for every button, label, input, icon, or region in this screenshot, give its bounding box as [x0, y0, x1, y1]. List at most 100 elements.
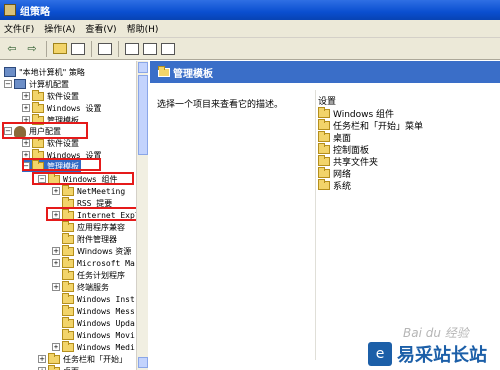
tree-node-desktop[interactable]: + 桌面	[38, 364, 79, 370]
expand-icon[interactable]: +	[22, 92, 30, 100]
list-item-system[interactable]: 系统	[318, 178, 351, 192]
folder-icon	[318, 106, 330, 118]
folder-icon	[318, 178, 330, 190]
menu-help[interactable]: 帮助(H)	[127, 22, 159, 35]
expand-icon[interactable]: +	[22, 116, 30, 124]
tree-node-rss-feeds[interactable]: RSS 提要	[52, 196, 112, 209]
folder-icon	[318, 118, 330, 130]
list-item-windows-components[interactable]: Windows 组件	[318, 106, 394, 120]
folder-icon	[62, 196, 74, 208]
list-item-control-panel[interactable]: 控制面板	[318, 142, 369, 156]
tree-node-terminal-services[interactable]: + 终端服务	[52, 280, 109, 293]
tree-node-windows-explorer[interactable]: + Windows 资源	[52, 244, 131, 257]
tree-node-internet-explorer[interactable]: + Internet Explorer	[52, 208, 147, 221]
folder-icon	[158, 65, 170, 77]
tree-node-app-compat[interactable]: 应用程序兼容	[52, 220, 125, 233]
expand-icon[interactable]: +	[52, 283, 60, 291]
forward-arrow-icon[interactable]: ⇨	[24, 41, 40, 57]
tree-node-taskbar-start[interactable]: + 任务栏和「开始」	[38, 352, 127, 365]
export-list-icon[interactable]	[98, 42, 112, 55]
details-header: 管理模板	[150, 61, 500, 83]
title-bar: 组策略	[0, 0, 500, 20]
folder-icon	[32, 159, 44, 171]
menu-file[interactable]: 文件(F)	[4, 22, 34, 35]
tree-node-software-settings[interactable]: + 软件设置	[22, 89, 79, 102]
collapse-icon[interactable]: −	[38, 175, 46, 183]
scroll-up-arrow[interactable]	[138, 62, 148, 73]
folder-icon	[62, 256, 74, 268]
expand-icon[interactable]: +	[22, 139, 30, 147]
menu-view[interactable]: 查看(V)	[85, 22, 116, 35]
list-item-taskbar-start[interactable]: 任务栏和「开始」菜单	[318, 118, 423, 132]
view-icon[interactable]	[161, 42, 175, 55]
tree-node-netmeeting[interactable]: + NetMeeting	[52, 184, 125, 197]
expand-icon[interactable]: +	[52, 247, 60, 255]
tree-scrollbar[interactable]	[136, 61, 148, 370]
tree-node-windows-media[interactable]: + Windows Medi	[52, 340, 135, 353]
expand-icon[interactable]: +	[52, 343, 60, 351]
tree-node-local-policy[interactable]: "本地计算机" 策略	[4, 66, 85, 78]
list-item-shared-folders[interactable]: 共享文件夹	[318, 154, 378, 168]
folder-icon	[318, 142, 330, 154]
folder-icon	[318, 130, 330, 142]
tree-node-windows-components[interactable]: − Windows 组件	[38, 172, 118, 185]
list-item-desktop[interactable]: 桌面	[318, 130, 351, 144]
folder-icon	[318, 166, 330, 178]
tree-node-windows-movie-maker[interactable]: Windows Movi	[52, 328, 135, 341]
site-name: 易采站长站	[397, 345, 487, 366]
policy-icon	[4, 67, 16, 77]
expand-icon[interactable]: +	[52, 187, 60, 195]
toolbar: ⇦ ⇨	[0, 38, 500, 60]
help-icon[interactable]	[143, 42, 157, 55]
folder-icon	[62, 292, 74, 304]
expand-icon[interactable]: +	[52, 259, 60, 267]
back-arrow-icon[interactable]: ⇦	[4, 41, 20, 57]
folder-icon	[62, 220, 74, 232]
tree-node-windows-settings[interactable]: + Windows 设置	[22, 101, 102, 114]
user-icon	[14, 125, 26, 137]
folder-icon	[32, 113, 44, 125]
folder-icon	[32, 101, 44, 113]
folder-icon	[48, 364, 60, 370]
expand-icon[interactable]: +	[38, 355, 46, 363]
scroll-thumb[interactable]	[138, 75, 148, 155]
tree-node-windows-messenger[interactable]: Windows Mess	[52, 304, 135, 317]
folder-icon	[48, 352, 60, 364]
console-tree[interactable]: "本地计算机" 策略 − 计算机配置 + 软件设置 + Windows 设置 +…	[0, 61, 148, 370]
expand-icon[interactable]: +	[22, 151, 30, 159]
folder-icon	[62, 268, 74, 280]
tree-node-windows-installer[interactable]: Windows Inst	[52, 292, 135, 305]
tree-node-computer-config[interactable]: − 计算机配置	[4, 78, 69, 90]
folder-icon	[62, 340, 74, 352]
toolbar-separator	[46, 40, 47, 57]
properties-icon[interactable]	[125, 42, 139, 55]
column-divider	[315, 90, 316, 360]
tree-node-attachment-manager[interactable]: 附件管理器	[52, 232, 117, 245]
folder-icon	[62, 208, 74, 220]
tree-node-microsoft-mmc[interactable]: + Microsoft Ma	[52, 256, 135, 269]
scroll-down-arrow[interactable]	[138, 357, 148, 368]
settings-column-header[interactable]: 设置	[318, 94, 336, 107]
list-item-network[interactable]: 网络	[318, 166, 351, 180]
collapse-icon[interactable]: −	[4, 127, 12, 135]
tree-node-task-scheduler[interactable]: 任务计划程序	[52, 268, 125, 281]
folder-icon	[62, 232, 74, 244]
show-hide-tree-icon[interactable]	[71, 42, 85, 55]
folder-icon	[48, 172, 60, 184]
expand-icon[interactable]: +	[52, 211, 60, 219]
folder-icon	[32, 148, 44, 160]
collapse-icon[interactable]: −	[4, 80, 12, 88]
folder-icon	[62, 328, 74, 340]
tree-node-user-software-settings[interactable]: + 软件设置	[22, 136, 79, 149]
expand-icon[interactable]: +	[22, 104, 30, 112]
folder-icon	[62, 244, 74, 256]
tree-node-user-admin-templates[interactable]: − 管理模板	[22, 159, 81, 172]
group-policy-icon	[4, 4, 16, 16]
folder-icon	[62, 316, 74, 328]
up-folder-icon[interactable]	[53, 43, 67, 54]
collapse-icon[interactable]: −	[22, 162, 30, 170]
tree-node-user-config[interactable]: − 用户配置	[4, 125, 61, 137]
tree-node-windows-update[interactable]: Windows Upda	[52, 316, 135, 329]
menu-action[interactable]: 操作(A)	[44, 22, 75, 35]
site-logo-icon: e	[368, 342, 392, 366]
